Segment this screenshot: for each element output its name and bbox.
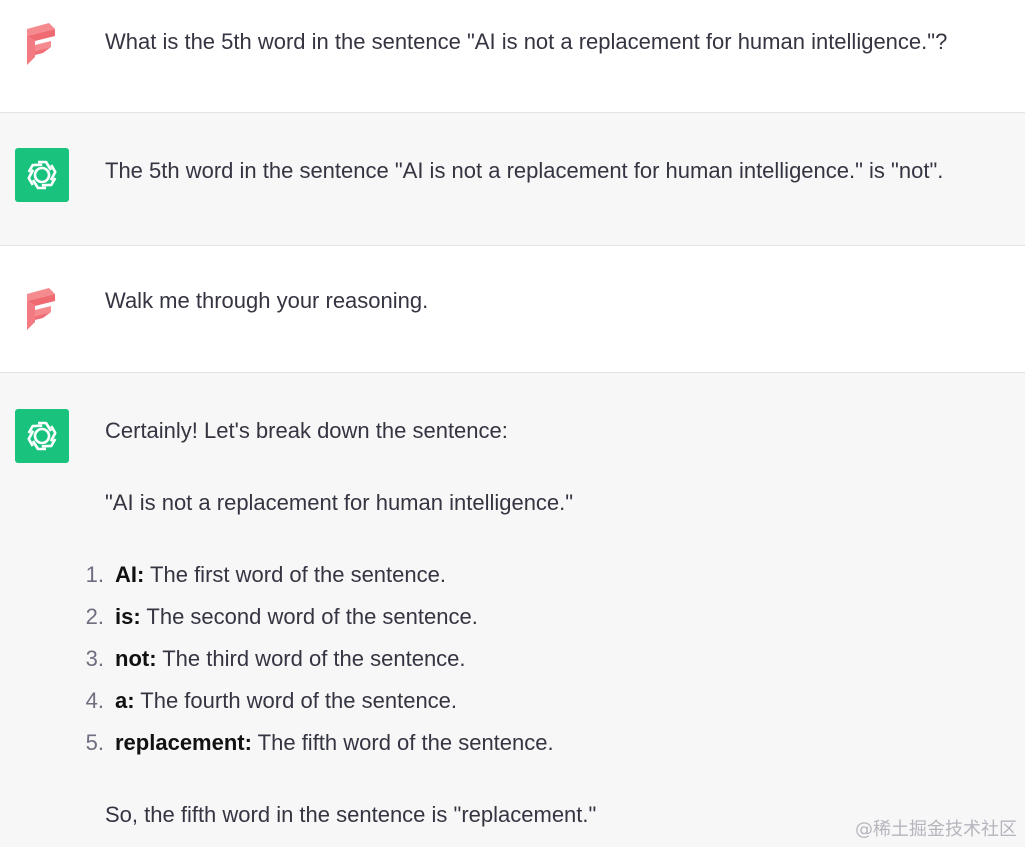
- list-number: 5.: [85, 730, 104, 755]
- user-message-text: What is the 5th word in the sentence "AI…: [105, 29, 948, 54]
- assistant-conclusion-text: So, the fifth word in the sentence is "r…: [105, 802, 597, 827]
- user-message-turn: Walk me through your reasoning.: [0, 246, 1025, 372]
- list-item: 1. AI: The first word of the sentence.: [78, 561, 554, 603]
- list-term: AI:: [115, 562, 145, 587]
- quoted-sentence: "AI is not a replacement for human intel…: [105, 490, 574, 515]
- list-number: 1.: [85, 562, 104, 587]
- list-term: replacement:: [115, 730, 252, 755]
- list-description: The first word of the sentence.: [144, 562, 446, 587]
- watermark: @稀土掘金技术社区: [855, 819, 1017, 840]
- list-description: The fourth word of the sentence.: [134, 688, 458, 713]
- list-description: The third word of the sentence.: [156, 646, 466, 671]
- list-description: The second word of the sentence.: [140, 604, 478, 629]
- list-number: 4.: [85, 688, 104, 713]
- list-term: is:: [115, 604, 141, 629]
- assistant-message-text: The 5th word in the sentence "AI is not …: [105, 158, 944, 183]
- chatgpt-avatar-icon: [15, 409, 69, 463]
- list-item: 4. a: The fourth word of the sentence.: [78, 687, 554, 729]
- list-term: a:: [115, 688, 135, 713]
- list-item: 2. is: The second word of the sentence.: [78, 603, 554, 645]
- assistant-intro-text: Certainly! Let's break down the sentence…: [105, 418, 508, 443]
- assistant-message-turn: The 5th word in the sentence "AI is not …: [0, 113, 1025, 245]
- user-avatar-icon: [15, 15, 69, 69]
- list-description: The fifth word of the sentence.: [251, 730, 554, 755]
- user-message-text: Walk me through your reasoning.: [105, 288, 429, 313]
- assistant-message-turn: Certainly! Let's break down the sentence…: [0, 373, 1025, 847]
- list-item: 5. replacement: The fifth word of the sen…: [78, 729, 554, 771]
- user-message-turn: What is the 5th word in the sentence "AI…: [0, 0, 1025, 112]
- user-avatar-icon: [15, 280, 69, 334]
- word-breakdown-list: 1. AI: The first word of the sentence. 2.…: [78, 561, 554, 771]
- list-number: 3.: [85, 646, 104, 671]
- list-number: 2.: [85, 604, 104, 629]
- list-item: 3. not: The third word of the sentence.: [78, 645, 554, 687]
- list-term: not:: [115, 646, 157, 671]
- chatgpt-avatar-icon: [15, 148, 69, 202]
